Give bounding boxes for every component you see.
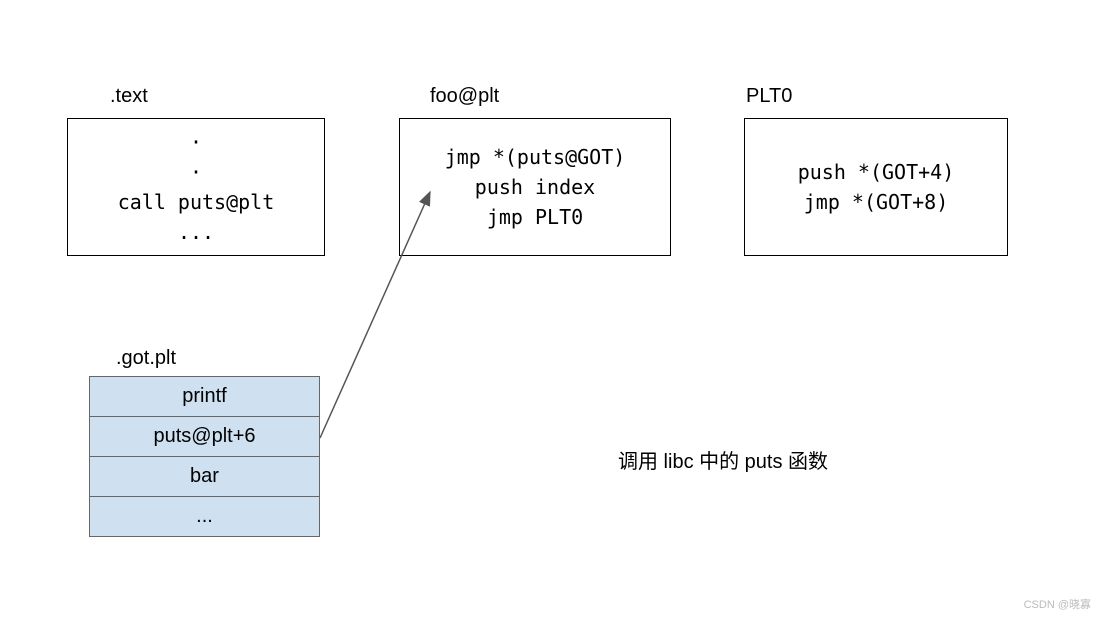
got-plt-table: printf puts@plt+6 bar ...	[89, 376, 320, 537]
plt0-line: jmp *(GOT+8)	[745, 187, 1007, 217]
plt-line: jmp PLT0	[400, 202, 670, 232]
got-row: printf	[90, 377, 320, 417]
caption-text: 调用 libc 中的 puts 函数	[618, 445, 828, 474]
plt0-label: PLT0	[746, 85, 792, 108]
got-row: ...	[90, 497, 320, 537]
plt0-box: push *(GOT+4) jmp *(GOT+8)	[744, 118, 1008, 256]
plt-entry-box: jmp *(puts@GOT) push index jmp PLT0	[399, 118, 671, 256]
got-row: puts@plt+6	[90, 417, 320, 457]
plt0-line: push *(GOT+4)	[745, 157, 1007, 187]
text-line: ·	[68, 127, 324, 157]
plt-line: push index	[400, 172, 670, 202]
text-section-box: · · call puts@plt ...	[67, 118, 325, 256]
got-row: bar	[90, 457, 320, 497]
plt-line: jmp *(puts@GOT)	[400, 142, 670, 172]
plt-entry-label: foo@plt	[430, 85, 499, 108]
watermark: CSDN @晓寡	[1024, 596, 1091, 612]
text-line: call puts@plt	[68, 187, 324, 217]
text-section-label: .text	[110, 85, 148, 108]
text-line: ·	[68, 157, 324, 187]
text-line: ...	[68, 217, 324, 247]
got-plt-label: .got.plt	[116, 347, 176, 370]
